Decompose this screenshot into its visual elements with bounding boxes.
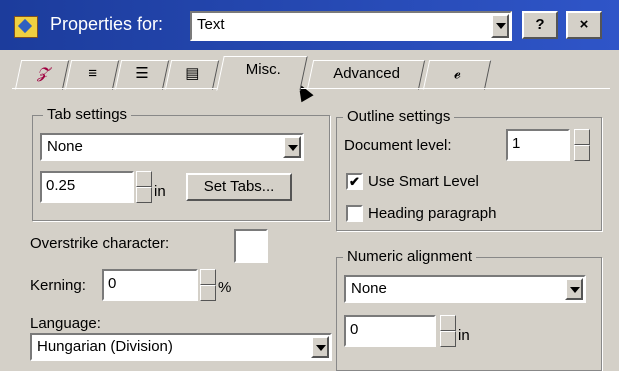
outline-settings-label: Outline settings <box>343 108 455 125</box>
kerning-label: Kerning: <box>30 277 86 294</box>
tab-position-value: 0.25 <box>46 177 76 194</box>
misc-panel: Tab settings None 0.25 in Set Tabs... Ou… <box>12 88 610 371</box>
document-level-value: 1 <box>512 135 521 152</box>
tab-style[interactable]: 𝓮 <box>422 60 492 90</box>
tab-position-spinner[interactable] <box>136 171 152 203</box>
document-level-spinner[interactable] <box>574 129 590 161</box>
numeric-alignment-value: None <box>351 280 387 297</box>
kerning-value: 0 <box>108 275 117 292</box>
close-icon: × <box>579 16 589 33</box>
question-icon: ? <box>535 16 545 33</box>
tab-mode-select[interactable]: None <box>40 133 304 161</box>
style-icon: 𝓮 <box>453 65 461 82</box>
overstrike-label: Overstrike character: <box>30 235 170 252</box>
object-type-value: Text <box>197 16 225 33</box>
chevron-down-icon[interactable] <box>565 278 583 300</box>
document-level-label: Document level: <box>344 137 452 154</box>
language-select[interactable]: Hungarian (Division) <box>30 333 332 361</box>
tab-advanced[interactable]: Advanced <box>306 60 426 90</box>
dialog-title: Properties for: <box>50 14 164 34</box>
document-level-field[interactable]: 1 <box>506 129 570 161</box>
tab-bullets[interactable]: ☰ <box>114 60 170 90</box>
kerning-spinner[interactable] <box>200 269 216 301</box>
numeric-alignment-label: Numeric alignment <box>343 248 477 265</box>
help-button[interactable]: ? <box>522 11 558 39</box>
kerning-unit: % <box>218 279 232 296</box>
numeric-position-spinner[interactable] <box>440 315 456 347</box>
tab-position-unit: in <box>154 183 166 200</box>
use-smart-level-label: Use Smart Level <box>368 173 479 190</box>
tab-paragraph[interactable]: ≡ <box>64 60 120 90</box>
object-type-select[interactable]: Text <box>190 11 512 41</box>
use-smart-level-checkbox[interactable]: ✔ <box>346 173 363 190</box>
heading-paragraph-checkbox[interactable] <box>346 205 363 222</box>
tab-position-field[interactable]: 0.25 <box>40 171 134 203</box>
kerning-field[interactable]: 0 <box>102 269 198 301</box>
numeric-alignment-select[interactable]: None <box>344 275 586 303</box>
numeric-position-value: 0 <box>350 321 359 338</box>
tab-settings-group: Tab settings <box>32 106 330 221</box>
overstrike-field[interactable] <box>234 229 268 263</box>
language-value: Hungarian (Division) <box>37 338 173 355</box>
tab-misc[interactable]: Misc. <box>216 56 308 91</box>
font-icon: 𝓩 <box>36 65 48 82</box>
app-icon <box>14 16 38 38</box>
paragraph-icon: ≡ <box>87 65 97 82</box>
chevron-down-icon[interactable] <box>283 136 301 158</box>
bullets-icon: ☰ <box>135 65 149 82</box>
heading-paragraph-label: Heading paragraph <box>368 205 497 222</box>
numeric-position-field[interactable]: 0 <box>344 315 436 347</box>
tab-border[interactable]: ▤ <box>164 60 220 90</box>
tab-mode-value: None <box>47 138 83 155</box>
tab-advanced-label: Advanced <box>332 65 400 82</box>
tab-misc-label: Misc. <box>245 61 281 78</box>
title-bar: Properties for: Text ? × <box>0 0 619 50</box>
border-icon: ▤ <box>185 65 200 82</box>
close-button[interactable]: × <box>566 11 602 39</box>
set-tabs-button[interactable]: Set Tabs... <box>186 173 292 201</box>
chevron-down-icon[interactable] <box>491 14 509 38</box>
checkmark-icon: ✔ <box>349 174 360 189</box>
chevron-down-icon[interactable] <box>311 336 329 358</box>
tab-settings-label: Tab settings <box>43 106 132 123</box>
numeric-position-unit: in <box>458 327 470 344</box>
set-tabs-label: Set Tabs... <box>203 178 275 195</box>
language-label: Language: <box>30 315 101 332</box>
tab-strip: 𝓩 ≡ ☰ ▤ Misc. Advanced 𝓮 <box>0 52 619 91</box>
tab-font[interactable]: 𝓩 <box>14 60 70 90</box>
